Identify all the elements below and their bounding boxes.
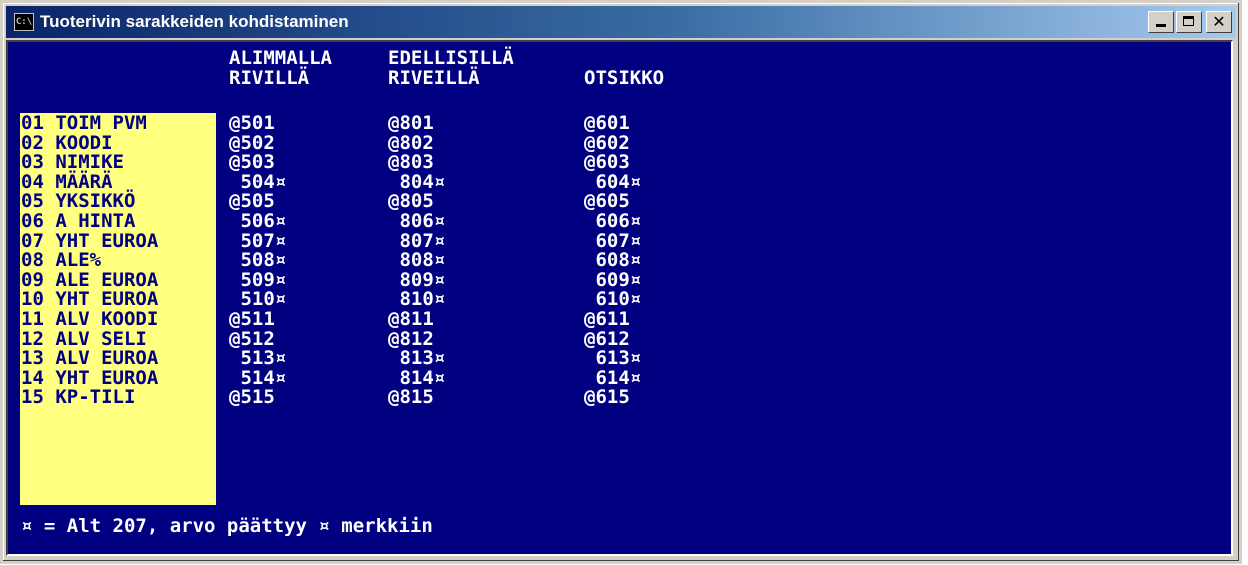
field-code-3: 614¤ bbox=[584, 366, 642, 389]
field-code-1: 508¤ bbox=[229, 249, 287, 272]
field-code-2: 804¤ bbox=[388, 170, 446, 193]
field-code-3: @611 bbox=[584, 308, 630, 330]
row-label: 01 TOIM PVM bbox=[20, 113, 216, 133]
maximize-button[interactable] bbox=[1176, 11, 1202, 33]
header-col2-line2: RIVEILLÄ bbox=[388, 67, 480, 89]
maximize-icon bbox=[1183, 16, 1194, 26]
console-window: C:\ Tuoterivin sarakkeiden kohdistaminen… bbox=[0, 0, 1242, 564]
field-code-1: @502 bbox=[229, 131, 275, 154]
field-code-1: 509¤ bbox=[229, 268, 287, 291]
field-code-3: @603 bbox=[584, 151, 630, 174]
row-label: 10 YHT EUROA bbox=[20, 289, 216, 310]
console-app-icon[interactable]: C:\ bbox=[14, 13, 34, 31]
row-label: 07 YHT EUROA bbox=[20, 230, 216, 251]
field-code-2: @803 bbox=[388, 151, 434, 174]
field-code-3: 610¤ bbox=[584, 288, 642, 311]
field-code-1: 514¤ bbox=[229, 366, 287, 389]
field-code-3: 613¤ bbox=[584, 347, 642, 370]
field-code-1: 504¤ bbox=[229, 170, 287, 193]
field-code-2: @805 bbox=[388, 190, 434, 213]
console-area[interactable]: ALIMMALLA EDELLISILLÄ RIVILLÄ RIVEILLÄ O… bbox=[6, 40, 1233, 556]
field-code-1: @503 bbox=[229, 151, 275, 174]
row-label: 04 MÄÄRÄ bbox=[20, 171, 216, 192]
minimize-icon bbox=[1156, 24, 1166, 27]
header-col3-line2: OTSIKKO bbox=[584, 67, 665, 89]
field-code-3: 609¤ bbox=[584, 268, 642, 291]
row-label: 13 ALV EUROA bbox=[20, 348, 216, 369]
close-icon: ✕ bbox=[1212, 12, 1226, 31]
field-code-2: @801 bbox=[388, 112, 434, 134]
window-title: Tuoterivin sarakkeiden kohdistaminen bbox=[40, 12, 349, 31]
row-label: 06 A HINTA bbox=[20, 211, 216, 231]
field-code-2: @802 bbox=[388, 131, 434, 154]
field-code-2: @811 bbox=[388, 308, 434, 330]
minimize-button[interactable] bbox=[1148, 11, 1174, 33]
row-label: 15 KP-TILI bbox=[20, 387, 216, 408]
field-code-3: 606¤ bbox=[584, 210, 642, 232]
field-code-1: @511 bbox=[229, 308, 275, 330]
field-code-2: @812 bbox=[388, 327, 434, 350]
row-label: 12 ALV SELI bbox=[20, 328, 216, 349]
title-bar[interactable]: C:\ Tuoterivin sarakkeiden kohdistaminen… bbox=[6, 6, 1236, 38]
field-code-1: 507¤ bbox=[229, 229, 287, 252]
field-code-3: 604¤ bbox=[584, 170, 642, 193]
field-code-3: @615 bbox=[584, 386, 630, 409]
row-label: 02 KOODI bbox=[20, 132, 216, 153]
field-code-1: @505 bbox=[229, 190, 275, 213]
field-code-1: @501 bbox=[229, 112, 275, 134]
field-code-2: 808¤ bbox=[388, 249, 446, 272]
header-col1-line2: RIVILLÄ bbox=[229, 67, 310, 89]
close-button[interactable]: ✕ bbox=[1206, 11, 1232, 33]
field-code-3: 607¤ bbox=[584, 229, 642, 252]
row-label: 08 ALE% bbox=[20, 250, 216, 271]
row-label: 14 YHT EUROA bbox=[20, 367, 216, 388]
field-code-2: 810¤ bbox=[388, 288, 446, 311]
field-code-1: 510¤ bbox=[229, 288, 287, 311]
field-code-3: 608¤ bbox=[584, 249, 642, 272]
field-code-2: 814¤ bbox=[388, 366, 446, 389]
caption-buttons: ✕ bbox=[1148, 11, 1232, 33]
field-code-3: @602 bbox=[584, 131, 630, 154]
footer-note: ¤ = Alt 207, arvo päättyy ¤ merkkiin bbox=[21, 515, 433, 537]
row-label: 05 YKSIKKÖ bbox=[20, 191, 216, 212]
header-col1-line1: ALIMMALLA bbox=[229, 47, 332, 69]
field-code-3: @605 bbox=[584, 190, 630, 213]
row-label: 03 NIMIKE bbox=[20, 152, 216, 173]
row-label: 11 ALV KOODI bbox=[20, 309, 216, 329]
field-code-1: @515 bbox=[229, 386, 275, 409]
field-code-3: @612 bbox=[584, 327, 630, 350]
field-code-1: 513¤ bbox=[229, 347, 287, 370]
header-col2-line1: EDELLISILLÄ bbox=[388, 47, 514, 69]
field-code-1: @512 bbox=[229, 327, 275, 350]
field-code-1: 506¤ bbox=[229, 210, 287, 232]
field-code-2: 807¤ bbox=[388, 229, 446, 252]
field-code-2: 813¤ bbox=[388, 347, 446, 370]
field-code-2: 806¤ bbox=[388, 210, 446, 232]
field-code-2: @815 bbox=[388, 386, 434, 409]
row-label: 09 ALE EUROA bbox=[20, 269, 216, 290]
field-code-2: 809¤ bbox=[388, 268, 446, 291]
field-code-3: @601 bbox=[584, 112, 630, 134]
